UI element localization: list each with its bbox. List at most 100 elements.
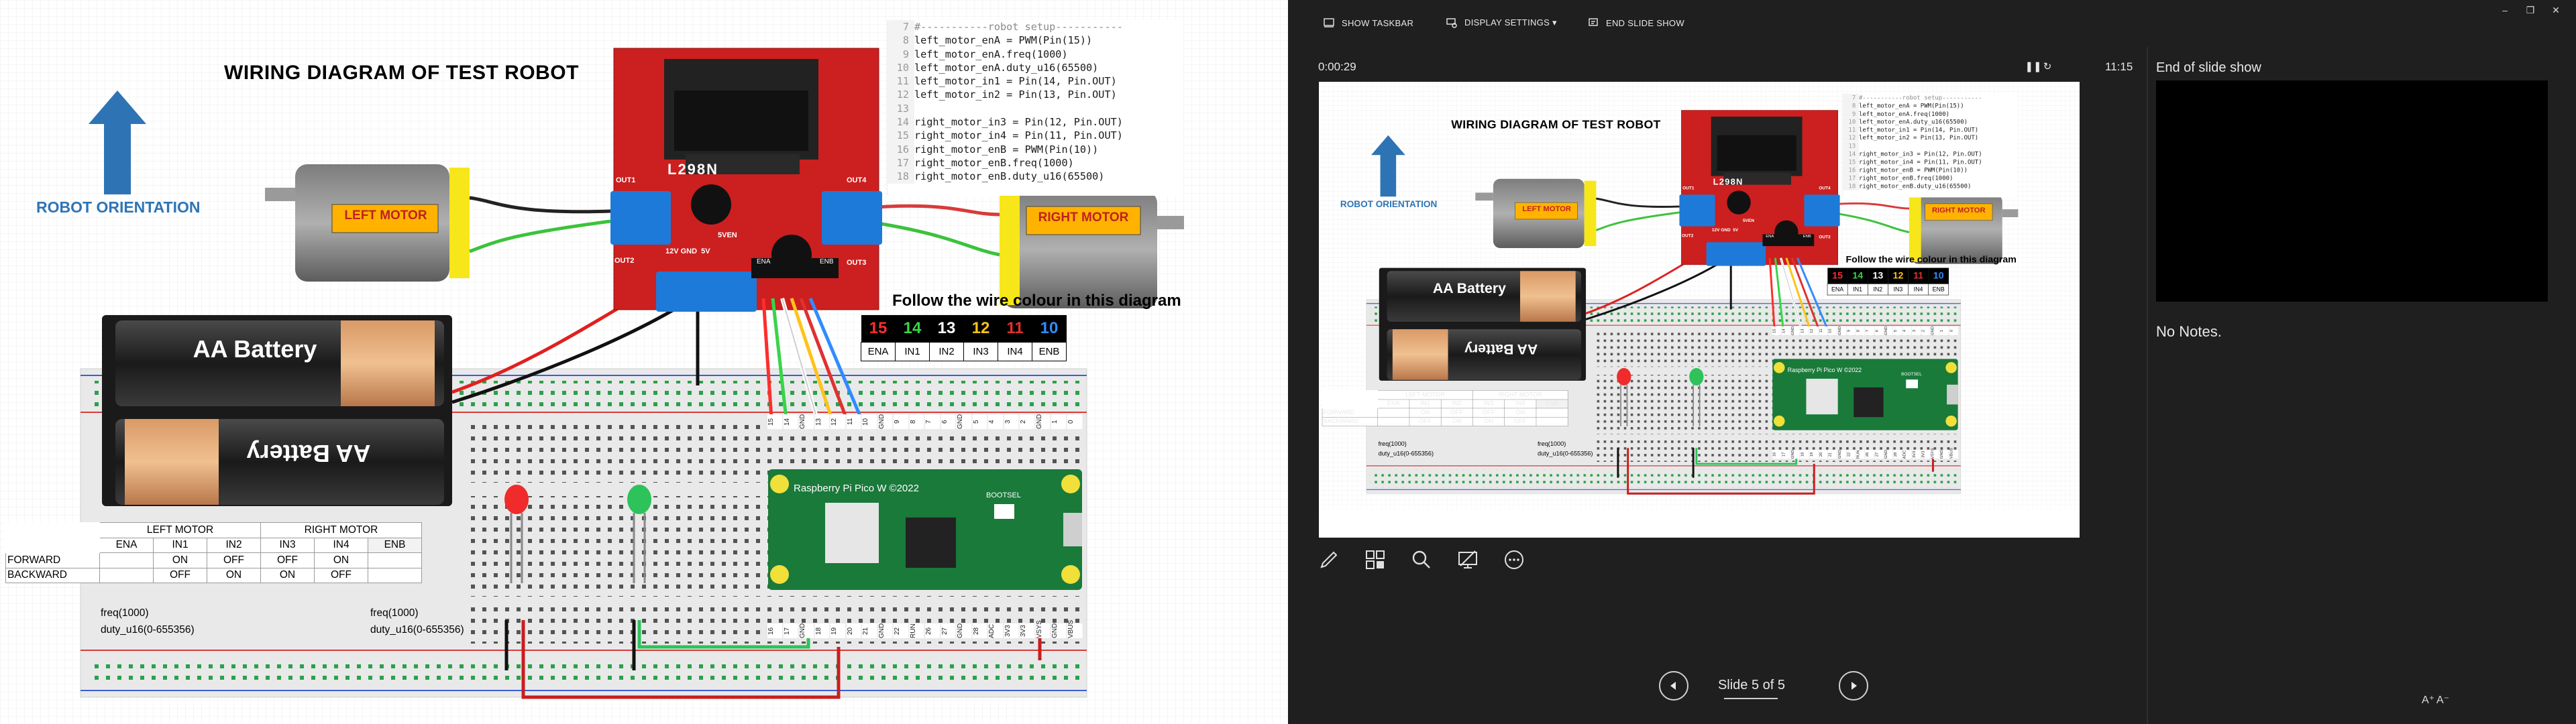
next-slide-button[interactable] xyxy=(1839,671,1868,701)
pico-bootsel-label: BOOTSEL xyxy=(1901,371,1922,377)
pause-timer-button[interactable]: ❚❚ xyxy=(2025,59,2041,74)
wire-pin-number: 14 xyxy=(1847,267,1868,284)
code-line-number: 14 xyxy=(1843,149,1859,158)
logic-cell: ON xyxy=(1409,408,1442,418)
logic-cell: OFF xyxy=(1504,416,1537,426)
display-settings-label: DISPLAY SETTINGS ▾ xyxy=(1464,17,1557,27)
code-snippet: 7 #-----------robot setup----------- 8 left… xyxy=(1842,93,2017,198)
pico-pin-label: GND xyxy=(1034,414,1051,429)
code-line-text: #-----------robot setup----------- xyxy=(1858,94,1982,101)
driver-out2: OUT2 xyxy=(1681,233,1694,239)
restart-timer-button[interactable]: ↻ xyxy=(2040,59,2055,74)
wire-pin-number: 13 xyxy=(1868,267,1888,284)
pico-pin-label: GND xyxy=(1051,623,1067,638)
logic-cell: ON xyxy=(1440,416,1473,426)
code-line: 7 #-----------robot setup----------- xyxy=(1843,93,2017,102)
driver-ena-label: ENA xyxy=(1766,234,1774,239)
logic-cell: OFF xyxy=(314,567,368,583)
decrease-notes-font-button[interactable]: A⁻ xyxy=(2436,693,2449,707)
logic-column-header: ENA xyxy=(1377,399,1410,409)
pico-pin-label: 6 xyxy=(1874,326,1884,335)
wire-pin-function: IN1 xyxy=(1847,283,1868,296)
display-settings-button[interactable]: DISPLAY SETTINGS ▾ xyxy=(1446,15,1557,31)
code-line-number: 16 xyxy=(888,142,914,156)
pico-pin-label: ADC xyxy=(987,623,1004,638)
code-line-number: 7 xyxy=(1843,93,1859,102)
code-line-text: left_motor_enA = PWM(Pin(15)) xyxy=(1858,102,1964,109)
code-line: 17 right_motor_enB.freq(1000) xyxy=(888,156,1182,170)
logic-cell xyxy=(1536,416,1568,426)
show-taskbar-button[interactable]: SHOW TASKBAR xyxy=(1323,15,1413,31)
more-options-button[interactable] xyxy=(1499,544,1529,575)
slide-counter[interactable]: Slide 5 of 5 xyxy=(1698,678,1805,693)
wire-pin-function: ENA xyxy=(1827,283,1848,296)
slide-title: WIRING DIAGRAM OF TEST ROBOT xyxy=(1451,118,1661,131)
pico-pin-label: 2 xyxy=(1019,414,1035,429)
logic-cell: OFF xyxy=(1409,416,1442,426)
next-slide-label: End of slide show xyxy=(2156,60,2261,75)
restore-icon: ❐ xyxy=(2526,4,2535,15)
restore-button[interactable]: ❐ xyxy=(2518,0,2543,20)
code-line: 13 xyxy=(1843,141,2017,150)
increase-notes-font-button[interactable]: A⁺ xyxy=(2422,693,2434,707)
presenter-tools xyxy=(1313,544,1529,575)
pico-pin-label: 12 xyxy=(1809,326,1819,335)
pico-pin-label: 6 xyxy=(940,414,956,429)
pico-label: Raspberry Pi Pico W ©2022 xyxy=(794,483,919,494)
pico-pin-label: 27 xyxy=(1874,450,1884,459)
pico-pin-label: 3 xyxy=(1003,414,1019,429)
end-slide-show-button[interactable]: END SLIDE SHOW xyxy=(1587,15,1684,31)
logic-cell: OFF xyxy=(260,552,315,568)
code-line: 17 right_motor_enB.freq(1000) xyxy=(1843,174,2017,182)
see-all-slides-button[interactable] xyxy=(1360,544,1391,575)
logic-column-header: ENB xyxy=(368,537,422,553)
wire-pin-function: ENB xyxy=(1032,341,1067,361)
close-button[interactable]: ✕ xyxy=(2543,0,2569,20)
black-screen-button[interactable] xyxy=(1452,544,1483,575)
driver-enb-label: ENB xyxy=(820,258,834,265)
minimize-button[interactable]: – xyxy=(2492,0,2518,20)
pico-pin-label: 3V3 xyxy=(1911,450,1921,459)
logic-column-header: IN4 xyxy=(1504,399,1537,409)
right-freq-label: freq(1000) xyxy=(370,607,419,619)
code-line-number: 8 xyxy=(888,34,914,48)
slide-content-copy: WIRING DIAGRAM OF TEST ROBOT ROBOT ORIEN… xyxy=(1319,82,2080,509)
slide-display: WIRING DIAGRAM OF TEST ROBOT ROBOT ORIEN… xyxy=(0,0,1288,724)
pane-divider[interactable] xyxy=(2147,47,2148,724)
pico-pin-label: 3 xyxy=(1911,326,1921,335)
driver-out2: OUT2 xyxy=(614,257,635,265)
pico-pin-label: GND xyxy=(1939,450,1949,459)
driver-out1: OUT1 xyxy=(1682,186,1695,191)
wire-pin-function: IN4 xyxy=(1908,283,1929,296)
pico-pin-label: 13 xyxy=(814,414,830,429)
code-line-number: 11 xyxy=(888,74,914,88)
driver-out4: OUT4 xyxy=(1819,186,1831,191)
code-line-number: 13 xyxy=(1843,141,1859,150)
taskbar-icon xyxy=(1324,18,1334,27)
driver-power-label: 12V GND 5V xyxy=(1711,227,1739,233)
pico-pin-label: GND xyxy=(956,623,972,638)
pico-pin-label: 18 xyxy=(814,623,830,638)
pico-pin-label: 10 xyxy=(861,414,877,429)
robot-orientation-label: ROBOT ORIENTATION xyxy=(36,198,201,216)
pico-pin-label: 18 xyxy=(1799,450,1809,459)
right-motor-group-header: RIGHT MOTOR xyxy=(1472,390,1568,400)
zoom-button[interactable] xyxy=(1406,544,1437,575)
pen-tool-button[interactable] xyxy=(1313,544,1344,575)
code-line: 9 left_motor_enA.freq(1000) xyxy=(1843,109,2017,118)
wire-pin-number: 12 xyxy=(1888,267,1909,284)
wire-pin-function: IN3 xyxy=(1888,283,1909,296)
minimize-icon: – xyxy=(2502,5,2508,15)
pico-pin-label: GND xyxy=(1883,450,1893,459)
code-line-text: left_motor_in1 = Pin(14, Pin.OUT) xyxy=(914,75,1117,88)
pico-pin-label: 16 xyxy=(767,623,783,638)
code-line-text: #-----------robot setup----------- xyxy=(914,21,1123,33)
previous-slide-button[interactable] xyxy=(1659,671,1688,701)
code-line: 13 xyxy=(888,101,1182,116)
logic-cell: ON xyxy=(207,567,261,583)
logic-cell: OFF xyxy=(1472,408,1505,418)
pico-pin-label: 21 xyxy=(1827,450,1837,459)
code-line-number: 10 xyxy=(1843,117,1859,126)
wire-pin-function: IN3 xyxy=(963,341,998,361)
pico-pin-label: 0 xyxy=(1948,326,1958,335)
